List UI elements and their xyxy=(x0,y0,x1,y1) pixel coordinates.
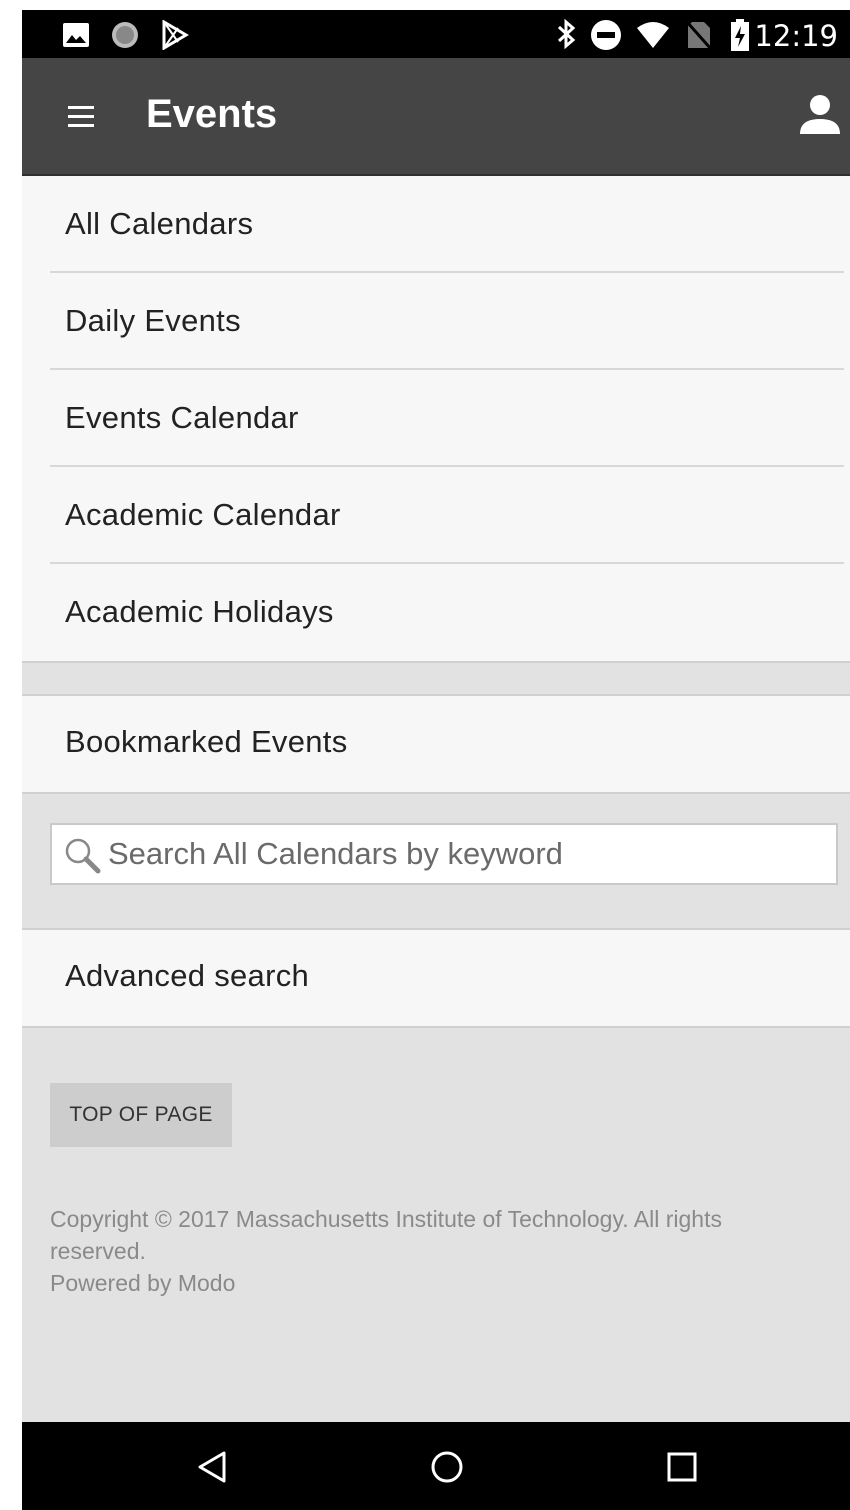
navigation-bar xyxy=(22,1422,850,1510)
home-icon[interactable] xyxy=(430,1450,464,1484)
recents-icon[interactable] xyxy=(666,1450,698,1484)
person-icon[interactable] xyxy=(798,92,842,136)
search-box[interactable] xyxy=(50,823,838,885)
hamburger-menu-icon[interactable] xyxy=(62,98,102,134)
list-item-academic-holidays[interactable]: Academic Holidays xyxy=(22,564,850,661)
powered-by-text: Powered by Modo xyxy=(50,1270,236,1296)
list-item-label: Bookmarked Events xyxy=(65,724,348,759)
app-bar: Events xyxy=(22,58,850,176)
page-title: Events xyxy=(146,92,278,136)
list-item-events-calendar[interactable]: Events Calendar xyxy=(22,370,850,467)
image-icon xyxy=(63,23,89,47)
search-input[interactable] xyxy=(108,825,828,883)
list-item-label: Events Calendar xyxy=(65,400,299,435)
calendar-list: All Calendars Daily Events Events Calend… xyxy=(22,176,850,663)
back-icon[interactable] xyxy=(196,1450,228,1484)
list-item-academic-calendar[interactable]: Academic Calendar xyxy=(22,467,850,564)
battery-charging-icon xyxy=(731,19,749,51)
list-item-daily-events[interactable]: Daily Events xyxy=(22,273,850,370)
copyright-line: reserved. xyxy=(50,1238,146,1264)
list-item-bookmarked-events[interactable]: Bookmarked Events xyxy=(22,696,850,793)
top-of-page-button[interactable]: TOP OF PAGE xyxy=(50,1083,232,1147)
copyright-text: Copyright © 2017 Massachusetts Institute… xyxy=(50,1203,820,1299)
copyright-line: Copyright © 2017 Massachusetts Institute… xyxy=(50,1206,722,1232)
status-time: 12:19 xyxy=(754,19,838,53)
bookmarked-section: Bookmarked Events xyxy=(22,694,850,794)
list-item-label: Academic Holidays xyxy=(65,594,334,629)
advanced-search-link[interactable]: Advanced search xyxy=(22,930,850,1027)
list-item-all-calendars[interactable]: All Calendars xyxy=(22,176,850,273)
do-not-disturb-icon xyxy=(591,20,621,50)
no-sim-icon xyxy=(686,21,712,50)
circle-icon xyxy=(112,22,138,48)
status-bar: 12:19 xyxy=(22,10,850,58)
play-store-icon xyxy=(162,20,189,50)
list-item-label: Daily Events xyxy=(65,303,241,338)
wifi-icon xyxy=(637,22,669,48)
list-item-label: Advanced search xyxy=(65,958,310,993)
advanced-search-section: Advanced search xyxy=(22,928,850,1028)
list-item-label: Academic Calendar xyxy=(65,497,341,532)
list-item-label: All Calendars xyxy=(65,206,254,241)
search-icon xyxy=(65,838,101,874)
phone-screen: 12:19 Events All Calendars Daily Events … xyxy=(22,10,850,1510)
bluetooth-icon xyxy=(557,18,576,50)
